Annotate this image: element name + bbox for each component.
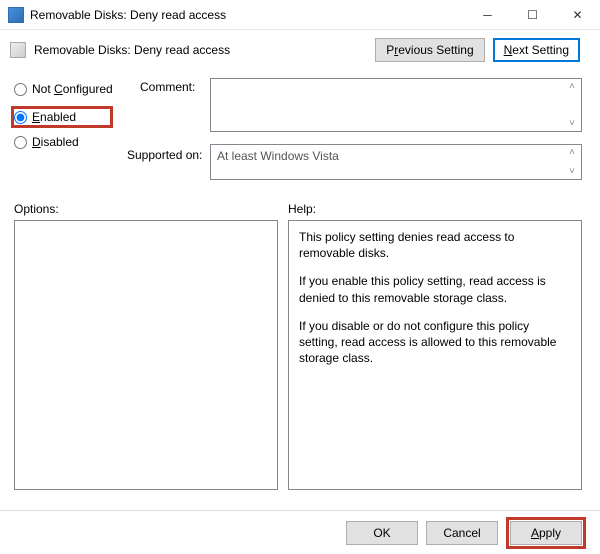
radio-enabled[interactable]: Enabled [11, 106, 113, 128]
next-setting-button[interactable]: Next Setting [493, 38, 580, 62]
policy-icon [10, 42, 26, 58]
scroll-down-icon[interactable]: ˅ [566, 118, 578, 129]
policy-header: Removable Disks: Deny read access Previo… [0, 30, 600, 70]
supported-on-textarea: At least Windows Vista ˄ ˅ [210, 144, 582, 180]
options-label: Options: [14, 202, 59, 216]
supported-on-value: At least Windows Vista [217, 149, 339, 163]
comment-textarea[interactable]: ˄ ˅ [210, 78, 582, 132]
radio-enabled-input[interactable] [14, 111, 27, 124]
window-title: Removable Disks: Deny read access [30, 8, 465, 22]
ok-button[interactable]: OK [346, 521, 418, 545]
policy-title: Removable Disks: Deny read access [34, 43, 375, 57]
radio-disabled[interactable]: Disabled [14, 131, 113, 153]
comment-label: Comment: [140, 80, 195, 94]
cancel-button[interactable]: Cancel [426, 521, 498, 545]
radio-not-configured[interactable]: Not Configured [14, 78, 113, 100]
help-text: If you disable or do not configure this … [299, 318, 571, 367]
maximize-button[interactable]: ☐ [510, 0, 555, 29]
scroll-up-icon[interactable]: ˄ [566, 81, 578, 92]
footer-buttons: OK Cancel Apply [0, 510, 600, 554]
minimize-button[interactable]: ─ [465, 0, 510, 29]
app-icon [8, 7, 24, 23]
state-radio-group: Not Configured Enabled Disabled [14, 78, 113, 159]
help-pane: This policy setting denies read access t… [288, 220, 582, 490]
scroll-down-icon[interactable]: ˅ [566, 166, 578, 177]
previous-setting-button[interactable]: Previous Setting [375, 38, 484, 62]
help-text: This policy setting denies read access t… [299, 229, 571, 261]
radio-not-configured-input[interactable] [14, 83, 27, 96]
close-button[interactable]: ✕ [555, 0, 600, 29]
radio-disabled-input[interactable] [14, 136, 27, 149]
scroll-up-icon[interactable]: ˄ [566, 147, 578, 158]
help-label: Help: [288, 202, 316, 216]
supported-on-label: Supported on: [127, 148, 202, 162]
apply-highlight: Apply [506, 517, 586, 549]
apply-button[interactable]: Apply [510, 521, 582, 545]
options-pane [14, 220, 278, 490]
help-text: If you enable this policy setting, read … [299, 273, 571, 305]
title-bar: Removable Disks: Deny read access ─ ☐ ✕ [0, 0, 600, 30]
